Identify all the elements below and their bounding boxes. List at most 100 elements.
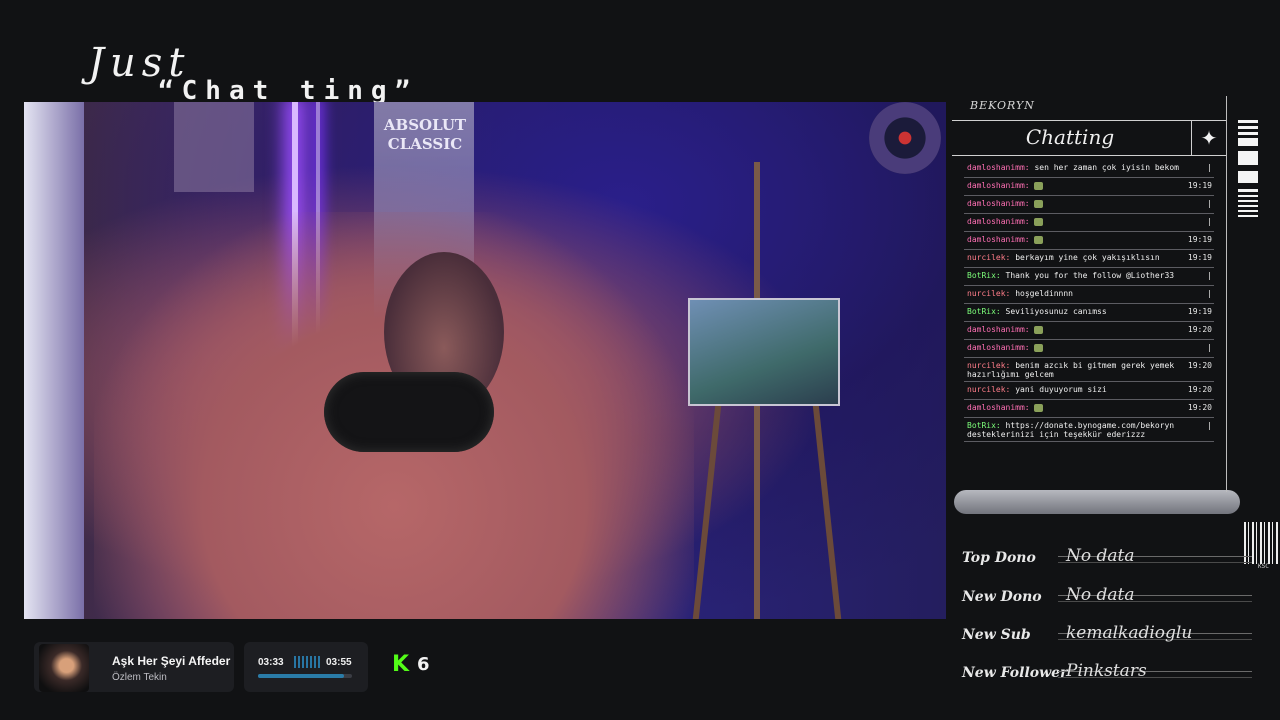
chat-username[interactable]: damloshanimm: [967, 325, 1030, 334]
chat-username[interactable]: BotRix: [967, 271, 1001, 280]
stat-new-sub: New Sub kemalkadioglu [962, 621, 1252, 649]
chat-timestamp: 19:19 [1187, 253, 1212, 262]
emote-icon [1034, 217, 1044, 226]
progress-track [258, 674, 352, 678]
playback-progress: 03:33 03:55 [244, 642, 368, 692]
sparkle-icon: ✦ [1191, 121, 1226, 155]
chat-text: sen her zaman çok iyisin bekom [1034, 163, 1179, 172]
chat-text: hoşgeldinnnn [1015, 289, 1073, 298]
chat-username[interactable]: nurcilek: [967, 385, 1010, 394]
chat-message: BotRix: Seviliyosunuz canımss 19:19 [964, 304, 1214, 322]
song-artist: Özlem Tekin [112, 672, 167, 683]
poster-text: ABSOLUT CLASSIC [383, 116, 467, 153]
stat-value: No data [1066, 585, 1135, 605]
chat-message: damloshanimm: 19:20 [964, 400, 1214, 418]
chat-timestamp: 19:20 [1187, 403, 1212, 412]
total-duration: 03:55 [326, 657, 352, 668]
barcode-label: KSC [1258, 563, 1269, 570]
chat-timestamp: 19:19 [1187, 307, 1212, 316]
stat-top-dono: Top Dono No data [962, 544, 1252, 572]
chat-message: damloshanimm: 19:19 [964, 178, 1214, 196]
viewer-count: 6 [417, 654, 430, 675]
chat-header-label: Chatting [1025, 125, 1115, 149]
chat-username[interactable]: nurcilek: [967, 253, 1010, 262]
chat-message: damloshanimm: | [964, 196, 1214, 214]
chat-text: yani duyuyorum sizi [1015, 385, 1107, 394]
stat-value: No data [1066, 546, 1135, 566]
chat-message: damloshanimm: | [964, 340, 1214, 358]
chat-timestamp: 19:20 [1187, 385, 1212, 394]
stream-video[interactable]: ABSOLUT CLASSIC [24, 102, 946, 619]
emote-icon [1034, 235, 1044, 244]
chat-timestamp: 19:19 [1187, 181, 1212, 190]
chat-timestamp: | [1207, 271, 1212, 280]
stat-value: Pinkstars [1066, 661, 1147, 681]
window-light [24, 102, 84, 619]
chat-timestamp: | [1207, 217, 1212, 226]
chat-username[interactable]: damloshanimm: [967, 163, 1030, 172]
now-playing-card: Aşk Her Şeyi Affeder Özlem Tekin [34, 642, 234, 692]
stat-key: Top Dono [962, 550, 1036, 566]
panel-divider [1226, 96, 1227, 492]
headphones [324, 372, 494, 452]
wall-picture [174, 102, 254, 192]
easel-painting [688, 298, 840, 406]
stat-new-dono: New Dono No data [962, 583, 1252, 611]
kick-logo-icon: K [392, 652, 410, 677]
chat-username[interactable]: damloshanimm: [967, 403, 1030, 412]
chat-message-list[interactable]: damloshanimm: sen her zaman çok iyisin b… [964, 160, 1214, 482]
stat-key: New Follower [962, 665, 1068, 681]
chat-username[interactable]: damloshanimm: [967, 235, 1030, 244]
chat-message: nurcilek: benim azcık bi gitmem gerek ye… [964, 358, 1214, 382]
chat-timestamp: | [1207, 289, 1212, 298]
chat-timestamp: 19:20 [1187, 325, 1212, 334]
chat-text: berkayım yine çok yakışıklısın [1015, 253, 1160, 262]
chat-text: Thank you for the follow @Liother33 [1005, 271, 1175, 280]
chat-message: nurcilek: yani duyuyorum sizi 19:20 [964, 382, 1214, 400]
stat-value: kemalkadioglu [1066, 623, 1193, 643]
easel-leg-right [812, 402, 842, 619]
chat-timestamp: | [1207, 343, 1212, 352]
chat-message: nurcilek: berkayım yine çok yakışıklısın… [964, 250, 1214, 268]
chat-message: damloshanimm: 19:19 [964, 232, 1214, 250]
emote-icon [1034, 343, 1044, 352]
chat-owner-name: BEKORYN [970, 99, 1035, 112]
album-art [39, 644, 89, 692]
chat-username[interactable]: damloshanimm: [967, 181, 1030, 190]
emote-icon [1034, 181, 1044, 190]
chat-message: BotRix: https://donate.bynogame.com/beko… [964, 418, 1214, 442]
song-title: Aşk Her Şeyi Affeder [112, 654, 231, 668]
chat-username[interactable]: nurcilek: [967, 289, 1010, 298]
chat-message: nurcilek: hoşgeldinnnn | [964, 286, 1214, 304]
chat-text: Seviliyosunuz canımss [1005, 307, 1107, 316]
stat-key: New Dono [962, 589, 1042, 605]
chat-message: BotRix: Thank you for the follow @Liothe… [964, 268, 1214, 286]
emote-icon [1034, 325, 1044, 334]
chat-message: damloshanimm: 19:20 [964, 322, 1214, 340]
chat-username[interactable]: damloshanimm: [967, 217, 1030, 226]
chat-timestamp: | [1207, 163, 1212, 172]
chat-username[interactable]: BotRix: [967, 307, 1001, 316]
decor-bars [1238, 120, 1258, 220]
chat-username[interactable]: nurcilek: [967, 361, 1010, 370]
chat-scrollbar[interactable] [954, 490, 1240, 514]
elapsed-time: 03:33 [258, 657, 284, 668]
emote-icon [1034, 403, 1044, 412]
chat-timestamp: | [1207, 199, 1212, 208]
dartboard [869, 102, 941, 174]
chat-message: damloshanimm: sen her zaman çok iyisin b… [964, 160, 1214, 178]
waveform-icon [294, 656, 320, 668]
stat-key: New Sub [962, 627, 1031, 643]
progress-fill [258, 674, 344, 678]
chat-username[interactable]: BotRix: [967, 421, 1001, 430]
emote-icon [1034, 199, 1044, 208]
stat-new-follower: New Follower Pinkstars [962, 659, 1252, 687]
chat-username[interactable]: damloshanimm: [967, 199, 1030, 208]
chat-timestamp: 19:19 [1187, 235, 1212, 244]
easel-leg-left [692, 402, 722, 619]
chat-username[interactable]: damloshanimm: [967, 343, 1030, 352]
chat-message: damloshanimm: | [964, 214, 1214, 232]
chat-header: Chatting ✦ [952, 120, 1226, 156]
chat-timestamp: 19:20 [1187, 361, 1212, 370]
chat-timestamp: | [1207, 421, 1212, 430]
